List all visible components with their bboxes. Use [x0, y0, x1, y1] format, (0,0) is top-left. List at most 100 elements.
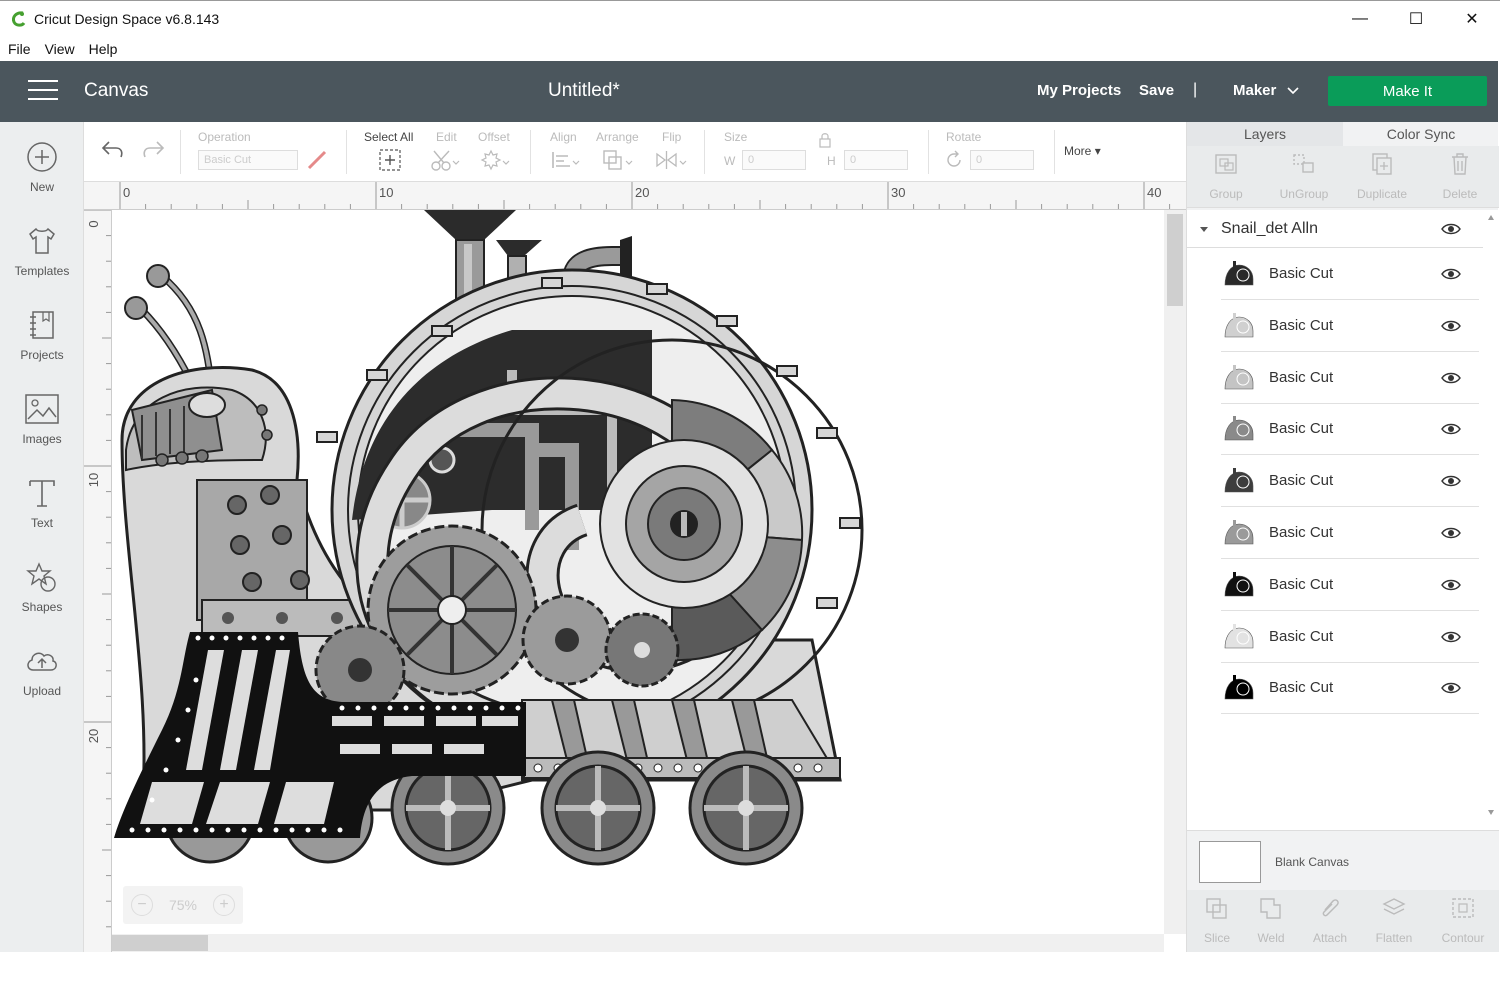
layer-name: Basic Cut	[1269, 627, 1334, 645]
layer-name: Basic Cut	[1269, 368, 1334, 386]
linetype-swatch-icon[interactable]	[306, 150, 328, 170]
design-canvas[interactable]	[112, 210, 1186, 952]
maximize-button[interactable]: ☐	[1388, 1, 1444, 37]
eye-icon[interactable]	[1441, 681, 1461, 695]
layer-row[interactable]: Basic Cut	[1221, 249, 1479, 300]
rotate-input[interactable]: 0	[970, 150, 1034, 170]
eye-icon[interactable]	[1441, 267, 1461, 281]
canvas-vertical-scrollbar[interactable]	[1164, 210, 1186, 934]
offset-icon[interactable]	[480, 148, 510, 172]
layer-row[interactable]: Basic Cut	[1221, 560, 1479, 611]
minimize-button[interactable]: —	[1332, 1, 1388, 37]
ruler-label: 20	[86, 729, 101, 743]
align-label: Align	[550, 130, 577, 144]
nav-new-label: New	[29, 180, 54, 194]
cloud-upload-icon	[27, 652, 57, 671]
nav-shapes[interactable]: Shapes	[0, 560, 84, 616]
flip-label: Flip	[662, 130, 682, 144]
layer-row[interactable]: Basic Cut	[1221, 353, 1479, 404]
layer-row[interactable]: Basic Cut	[1221, 508, 1479, 559]
duplicate-button[interactable]: Duplicate	[1343, 152, 1421, 201]
eye-icon[interactable]	[1441, 526, 1461, 540]
nav-projects[interactable]: Projects	[0, 308, 84, 364]
nav-templates[interactable]: Templates	[0, 224, 84, 280]
layer-name: Basic Cut	[1269, 420, 1334, 438]
ruler-label: 0	[123, 185, 130, 200]
blank-canvas-row[interactable]: Blank Canvas	[1187, 830, 1499, 890]
more-menu[interactable]: More ▾	[1064, 144, 1101, 158]
operation-select[interactable]: Basic Cut	[198, 150, 298, 170]
layers-scrollbar[interactable]	[1485, 210, 1497, 830]
attach-button[interactable]: Attach	[1300, 896, 1360, 945]
toolbar-separator	[346, 130, 347, 174]
save-button[interactable]: Save	[1139, 82, 1174, 99]
blank-canvas-swatch[interactable]	[1199, 841, 1261, 883]
eye-icon[interactable]	[1441, 630, 1461, 644]
close-button[interactable]: ✕	[1444, 1, 1500, 37]
zoom-out-button[interactable]: −	[130, 894, 153, 916]
hamburger-menu-icon[interactable]	[28, 80, 58, 104]
slice-label: Slice	[1203, 931, 1230, 945]
arrange-icon[interactable]	[600, 148, 634, 172]
nav-new[interactable]: New	[0, 140, 84, 196]
nav-text[interactable]: Text	[0, 476, 84, 532]
layer-name: Basic Cut	[1269, 472, 1334, 490]
height-input[interactable]: 0	[844, 150, 908, 170]
weld-label: Weld	[1257, 931, 1285, 945]
lock-icon[interactable]	[818, 132, 832, 148]
eye-icon[interactable]	[1441, 474, 1461, 488]
cricut-logo-icon	[12, 10, 26, 27]
menu-view[interactable]: View	[45, 41, 75, 57]
ungroup-button[interactable]: UnGroup	[1265, 152, 1343, 201]
eye-icon[interactable]	[1441, 222, 1461, 236]
layer-row[interactable]: Basic Cut	[1221, 301, 1479, 352]
title-bar: Cricut Design Space v6.8.143 — ☐ ✕	[0, 0, 1500, 36]
flatten-button[interactable]: Flatten	[1364, 896, 1424, 945]
document-title[interactable]: Untitled*	[548, 80, 620, 102]
menu-file[interactable]: File	[8, 41, 31, 57]
layer-thumbnail	[1224, 468, 1254, 493]
zoom-in-button[interactable]: +	[212, 894, 235, 916]
flatten-icon	[1382, 898, 1406, 915]
undo-icon[interactable]	[100, 138, 126, 160]
make-it-button[interactable]: Make It	[1328, 76, 1487, 106]
vertical-scroll-thumb[interactable]	[1167, 214, 1183, 306]
layer-group-row[interactable]: Snail_det Alln	[1187, 210, 1483, 248]
weld-button[interactable]: Weld	[1241, 896, 1301, 945]
eye-icon[interactable]	[1441, 578, 1461, 592]
eye-icon[interactable]	[1441, 371, 1461, 385]
layer-row[interactable]: Basic Cut	[1221, 663, 1479, 715]
align-icon[interactable]	[550, 148, 580, 172]
toolbar-separator	[704, 130, 705, 174]
contour-button[interactable]: Contour	[1433, 896, 1493, 945]
my-projects-link[interactable]: My Projects	[1037, 82, 1121, 99]
shapes-icon	[26, 562, 56, 592]
edit-scissors-icon[interactable]	[430, 148, 460, 172]
nav-images[interactable]: Images	[0, 392, 84, 448]
tab-color-sync[interactable]: Color Sync	[1343, 122, 1499, 146]
rotate-icon	[947, 150, 961, 167]
eye-icon[interactable]	[1441, 319, 1461, 333]
canvas-horizontal-scrollbar[interactable]	[112, 934, 1164, 952]
width-input[interactable]: 0	[742, 150, 806, 170]
group-button[interactable]: Group	[1187, 152, 1265, 201]
redo-icon[interactable]	[140, 138, 166, 160]
layer-name: Basic Cut	[1269, 316, 1334, 334]
tab-layers[interactable]: Layers	[1187, 122, 1343, 146]
flip-icon[interactable]	[654, 148, 688, 172]
select-all-icon[interactable]	[378, 148, 402, 172]
machine-select[interactable]: Maker	[1233, 82, 1300, 99]
steampunk-snail-train-image[interactable]	[112, 210, 872, 870]
slice-button[interactable]: Slice	[1187, 896, 1247, 945]
delete-label: Delete	[1442, 187, 1478, 201]
nav-upload[interactable]: Upload	[0, 644, 84, 700]
layer-row[interactable]: Basic Cut	[1221, 404, 1479, 456]
delete-button[interactable]: Delete	[1421, 152, 1499, 201]
caret-down-icon[interactable]	[1199, 224, 1209, 234]
menu-help[interactable]: Help	[89, 41, 118, 57]
operation-label: Operation	[198, 130, 251, 144]
eye-icon[interactable]	[1441, 422, 1461, 436]
horizontal-scroll-thumb[interactable]	[112, 935, 208, 951]
layer-row[interactable]: Basic Cut	[1221, 456, 1479, 508]
layer-row[interactable]: Basic Cut	[1221, 612, 1479, 663]
